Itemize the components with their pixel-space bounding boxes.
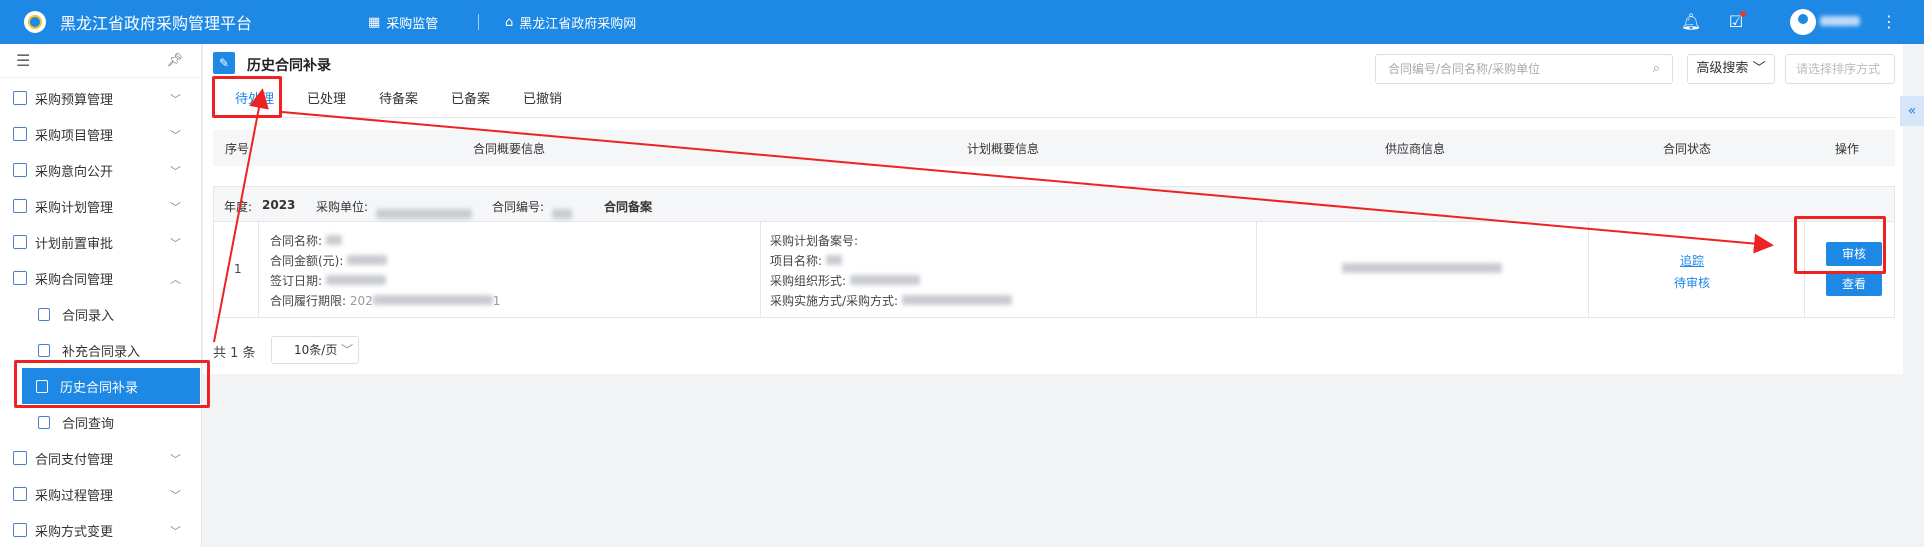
task-icon[interactable]: ☑ bbox=[1725, 10, 1747, 32]
contract-amount: 合同金额(元): bbox=[270, 252, 388, 269]
app-title: 黑龙江省政府采购管理平台 bbox=[60, 14, 253, 33]
plan-icon bbox=[13, 199, 27, 213]
project-name: 项目名称: bbox=[770, 252, 842, 269]
col-index: 序号 bbox=[225, 142, 250, 156]
edit-icon: ✎ bbox=[213, 52, 235, 74]
sidebar-item-contract[interactable]: 采购合同管理 ︿ bbox=[0, 260, 201, 296]
track-link[interactable]: 追踪 bbox=[1680, 252, 1704, 269]
annotation-box-tab bbox=[212, 76, 282, 118]
top-bar: 黑龙江省政府采购管理平台 ▦ 采购监管 ⌂ 黑龙江省政府采购网 🔔︎ ☑ ⋮ bbox=[0, 0, 1924, 44]
col-supplier: 供应商信息 bbox=[1385, 142, 1446, 156]
status-badge: 待审核 bbox=[1674, 276, 1711, 290]
payment-icon bbox=[13, 451, 27, 465]
main-panel: ✎ 历史合同补录 合同编号/合同名称/采购单位 ⌕ 高级搜索 ﹀ 请选择排序方式… bbox=[203, 44, 1903, 374]
col-contract: 合同概要信息 bbox=[473, 142, 546, 156]
tab-processed[interactable]: 已处理 bbox=[307, 82, 346, 118]
budget-icon bbox=[13, 91, 27, 105]
double-chevron-left-icon[interactable]: « bbox=[1900, 96, 1924, 126]
chevron-down-icon: ﹀ bbox=[170, 129, 181, 142]
view-button[interactable]: 查看 bbox=[1826, 272, 1882, 296]
sidebar-subitem-contract-query[interactable]: 合同查询 bbox=[0, 404, 201, 440]
sidebar-item-intent[interactable]: 采购意向公开 ﹀ bbox=[0, 152, 201, 188]
tabs: 待处理 已处理 待备案 已备案 已撤销 bbox=[215, 82, 1895, 118]
process-icon bbox=[13, 487, 27, 501]
search-input[interactable]: 合同编号/合同名称/采购单位 ⌕ bbox=[1375, 54, 1673, 84]
chevron-down-icon: ﹀ bbox=[170, 165, 181, 178]
table-row: 1 合同名称: 合同金额(元): 签订日期: 合同履行期限: 202 1 采购计划… bbox=[213, 222, 1895, 318]
annotation-box-sidebar bbox=[14, 360, 210, 408]
year-label: 年度: bbox=[224, 200, 253, 214]
nav-site[interactable]: ⌂ 黑龙江省政府采购网 bbox=[505, 0, 636, 44]
change-icon bbox=[13, 523, 27, 537]
pin-icon[interactable]: 📌︎ bbox=[166, 53, 183, 68]
tab-revoked[interactable]: 已撤销 bbox=[523, 82, 562, 118]
chevron-down-icon: ﹀ bbox=[170, 453, 181, 466]
chevron-up-icon: ︿ bbox=[170, 273, 181, 286]
sidebar-item-plan[interactable]: 采购计划管理 ﹀ bbox=[0, 188, 201, 224]
record-tag: 合同备案 bbox=[604, 200, 653, 214]
chevron-down-icon: ﹀ bbox=[170, 201, 181, 214]
pager-total: 共 1 条 bbox=[213, 346, 256, 361]
more-icon[interactable]: ⋮ bbox=[1878, 10, 1900, 32]
sidebar-item-budget[interactable]: 采购预算管理 ﹀ bbox=[0, 80, 201, 116]
col-status: 合同状态 bbox=[1663, 142, 1712, 156]
sidebar-item-approval[interactable]: 计划前置审批 ﹀ bbox=[0, 224, 201, 260]
search-icon[interactable]: ⌕ bbox=[1653, 55, 1660, 83]
grid-icon: ▦ bbox=[368, 14, 381, 30]
row-index: 1 bbox=[234, 262, 242, 276]
document-icon bbox=[38, 307, 50, 321]
logo bbox=[24, 11, 46, 33]
sidebar-header: ☰ 📌︎ bbox=[0, 44, 201, 78]
document-icon bbox=[38, 343, 50, 357]
nav-monitor[interactable]: ▦ 采购监管 bbox=[368, 0, 438, 44]
home-icon: ⌂ bbox=[505, 14, 514, 30]
contract-no-label: 合同编号: bbox=[492, 200, 545, 214]
page-size-select[interactable]: 10条/页 ﹀ bbox=[271, 336, 359, 364]
sign-date: 签订日期: bbox=[270, 272, 386, 289]
contract-name: 合同名称: bbox=[270, 232, 342, 249]
search-list-icon bbox=[38, 415, 50, 429]
col-plan: 计划概要信息 bbox=[967, 142, 1040, 156]
menu-icon[interactable]: ☰ bbox=[16, 51, 30, 70]
procure-method: 采购实施方式/采购方式: bbox=[770, 292, 1012, 309]
col-action: 操作 bbox=[1835, 142, 1860, 156]
nav-monitor-label: 采购监管 bbox=[386, 16, 439, 32]
sidebar-item-payment[interactable]: 合同支付管理 ﹀ bbox=[0, 440, 201, 476]
approval-icon bbox=[13, 235, 27, 249]
chevron-down-icon: ﹀ bbox=[170, 237, 181, 250]
avatar[interactable] bbox=[1790, 9, 1816, 35]
sidebar-item-process[interactable]: 采购过程管理 ﹀ bbox=[0, 476, 201, 512]
tab-filed[interactable]: 已备案 bbox=[451, 82, 490, 118]
sidebar-item-method-change[interactable]: 采购方式变更 ﹀ bbox=[0, 512, 201, 547]
nav-divider bbox=[478, 14, 479, 30]
plan-no: 采购计划备案号: bbox=[770, 234, 859, 248]
user-name-blurred[interactable] bbox=[1820, 16, 1860, 26]
year-value: 2023 bbox=[262, 198, 296, 212]
table-header: 序号 合同概要信息 计划概要信息 供应商信息 合同状态 操作 bbox=[213, 130, 1895, 166]
chevron-down-icon: ﹀ bbox=[170, 489, 181, 502]
bell-icon[interactable]: 🔔︎ bbox=[1680, 10, 1702, 32]
page-title: 历史合同补录 bbox=[247, 58, 331, 74]
intent-icon bbox=[13, 163, 27, 177]
sort-select[interactable]: 请选择排序方式 bbox=[1785, 54, 1895, 84]
org-form: 采购组织形式: bbox=[770, 272, 920, 289]
supplier-blurred bbox=[1342, 262, 1502, 276]
tab-to-file[interactable]: 待备案 bbox=[379, 82, 418, 118]
unit-label: 采购单位: bbox=[316, 200, 369, 214]
nav-site-label: 黑龙江省政府采购网 bbox=[519, 16, 637, 32]
advanced-search-button[interactable]: 高级搜索 ﹀ bbox=[1687, 54, 1775, 84]
chevron-down-icon: ﹀ bbox=[170, 525, 181, 538]
project-icon bbox=[13, 127, 27, 141]
group-header: 年度: 2023 采购单位: 合同编号: 合同备案 bbox=[213, 186, 1895, 222]
sidebar-item-project[interactable]: 采购项目管理 ﹀ bbox=[0, 116, 201, 152]
chevron-down-icon: ﹀ bbox=[170, 93, 181, 106]
contract-icon bbox=[13, 271, 27, 285]
contract-period: 合同履行期限: 202 1 bbox=[270, 294, 501, 308]
annotation-box-review bbox=[1794, 216, 1886, 274]
sidebar-subitem-contract-entry[interactable]: 合同录入 bbox=[0, 296, 201, 332]
